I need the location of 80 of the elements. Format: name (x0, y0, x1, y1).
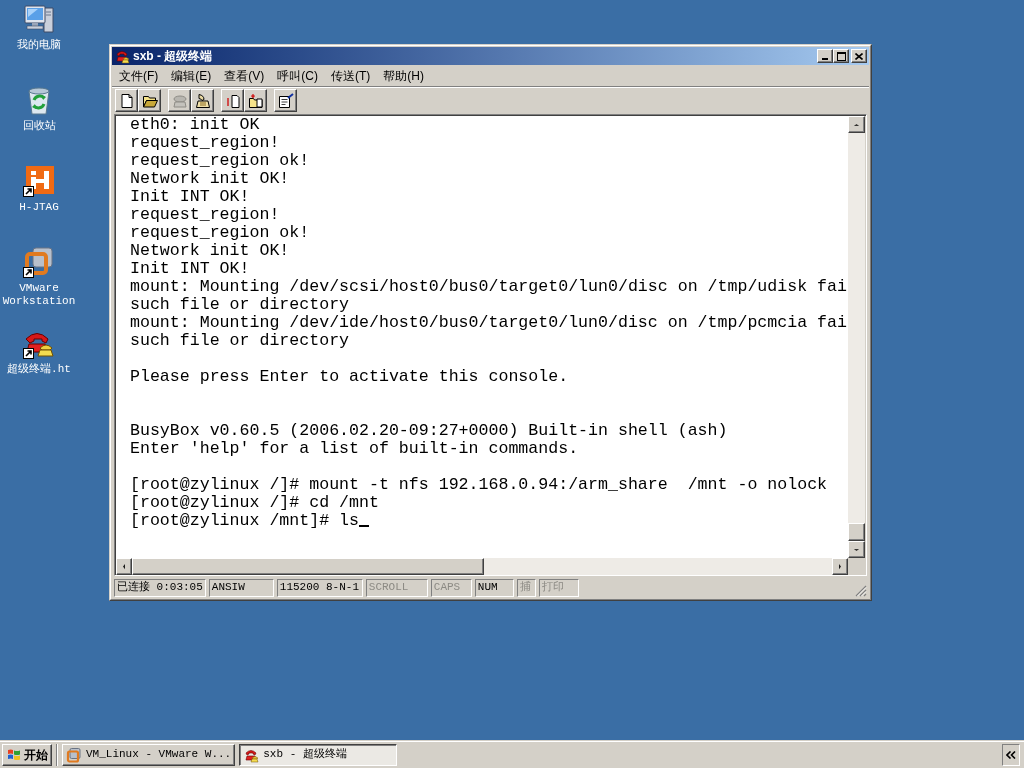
folder-icon (247, 92, 264, 109)
close-icon (855, 52, 863, 60)
terminal-line: such file or directory (130, 332, 350, 350)
terminal-line: request_region! (130, 206, 280, 224)
terminal-line: request_region ok! (130, 152, 310, 170)
terminal-line: Init INT OK! (130, 260, 250, 278)
window-title: sxb - 超级终端 (133, 48, 213, 65)
desktop-icon-label[interactable]: 回收站 (22, 120, 56, 133)
terminal-line: mount: Mounting /dev/ide/host0/bus0/target0/lun0/disc on /tmp/pcmcia fai (130, 314, 847, 332)
maximize-icon (836, 51, 846, 61)
terminal-line: such file or directory (130, 296, 350, 314)
menu-item[interactable]: 文件(F) (113, 67, 165, 85)
terminal-line: request_region ok! (130, 224, 310, 242)
toolbar-button[interactable] (274, 89, 297, 112)
toolbar-button[interactable] (138, 89, 161, 112)
menu-item[interactable]: 传送(T) (325, 67, 377, 85)
resize-grip-icon[interactable] (855, 585, 867, 597)
terminal-screen[interactable] (116, 116, 848, 558)
double-chevron-icon (1006, 750, 1016, 759)
menu-item[interactable]: 查看(V) (218, 67, 271, 85)
right-arrow-icon (838, 563, 842, 570)
overlapping-squares-icon (66, 746, 82, 763)
terminal-line: [root@zylinux /mnt]# ls (130, 512, 360, 530)
scroll-up-button[interactable] (848, 116, 865, 133)
scroll-right-button[interactable] (832, 558, 848, 575)
toolbar-button[interactable] (115, 89, 138, 112)
terminal-line: Please press Enter to activate this console. (130, 368, 569, 386)
terminal-line: BusyBox v0.60.5 (2006.02.20-09:27+0000) Built-in shell (ash) (130, 422, 728, 440)
desktop-icon-label[interactable]: 超级终端.ht (7, 363, 71, 376)
minimize-button[interactable] (817, 49, 833, 63)
status-indicator: 捕 (516, 578, 536, 597)
menu-item[interactable]: 呼叫(C) (271, 67, 324, 85)
status-field: ANSIW (208, 578, 274, 597)
status-indicator: 打印 (538, 578, 579, 597)
scroll-left-button[interactable] (116, 558, 132, 575)
toolbar-button[interactable] (191, 89, 214, 112)
terminal-line: Network init OK! (130, 170, 290, 188)
up-arrow-icon (853, 122, 860, 127)
telephone-icon (171, 92, 188, 109)
menu-item[interactable]: 帮助(H) (377, 67, 430, 85)
terminal-line: [root@zylinux /]# mount -t nfs 192.168.0.94:/arm_share /mnt -o nolock (130, 476, 828, 494)
toolbar-button[interactable] (244, 89, 267, 112)
desktop-icon-label[interactable]: VMware Workstation (0, 282, 78, 308)
maximize-button[interactable] (833, 49, 849, 63)
start-button[interactable]: 开始 (2, 743, 52, 766)
show-hidden-icons-button[interactable] (1002, 743, 1020, 766)
down-arrow-icon (853, 547, 860, 552)
terminal-line: Init INT OK! (130, 188, 250, 206)
taskbar-button[interactable]: VM_Linux - VMware W... (62, 743, 236, 766)
menu-item[interactable]: 编辑(E) (165, 67, 218, 85)
status-indicator: CAPS (430, 578, 472, 597)
vertical-scrollbar[interactable] (848, 116, 865, 558)
terminal-line: mount: Mounting /dev/scsi/host0/bus0/target0/lun0/disc on /tmp/udisk fai (130, 278, 847, 296)
scroll-thumb[interactable] (848, 523, 865, 541)
telephone-icon (114, 48, 130, 64)
computer-icon[interactable] (23, 3, 55, 35)
status-indicator: NUM (474, 578, 514, 597)
app-logo-icon[interactable] (23, 165, 55, 197)
terminal-line: Network init OK! (130, 242, 290, 260)
status-field: 已连接 0:03:05 (114, 578, 206, 597)
terminal-line: Enter 'help' for a list of built-in commands. (130, 440, 579, 458)
left-arrow-icon (122, 563, 126, 570)
terminal-line: eth0: init OK (130, 116, 260, 134)
terminal-line: [root@zylinux /]# cd /mnt (130, 494, 379, 512)
telephone-handset-icon (194, 92, 211, 109)
desktop-icon-label[interactable]: 我的电脑 (17, 39, 61, 52)
status-indicator: SCROLL (365, 578, 428, 597)
page-icon (224, 92, 241, 109)
status-field: 115200 8-N-1 (276, 578, 363, 597)
taskbar-button[interactable]: sxb - 超级终端 (239, 743, 398, 766)
desktop-icon-label[interactable]: H-JTAG (19, 201, 59, 214)
blank-page-icon (118, 92, 135, 109)
properties-icon (277, 92, 294, 109)
toolbar-button[interactable] (221, 89, 244, 112)
horizontal-scrollbar[interactable] (116, 558, 848, 575)
close-button[interactable] (851, 49, 867, 63)
terminal-line: request_region! (130, 134, 280, 152)
overlapping-squares-icon[interactable] (23, 246, 55, 278)
scroll-thumb[interactable] (132, 558, 484, 575)
scroll-down-button[interactable] (848, 541, 865, 558)
